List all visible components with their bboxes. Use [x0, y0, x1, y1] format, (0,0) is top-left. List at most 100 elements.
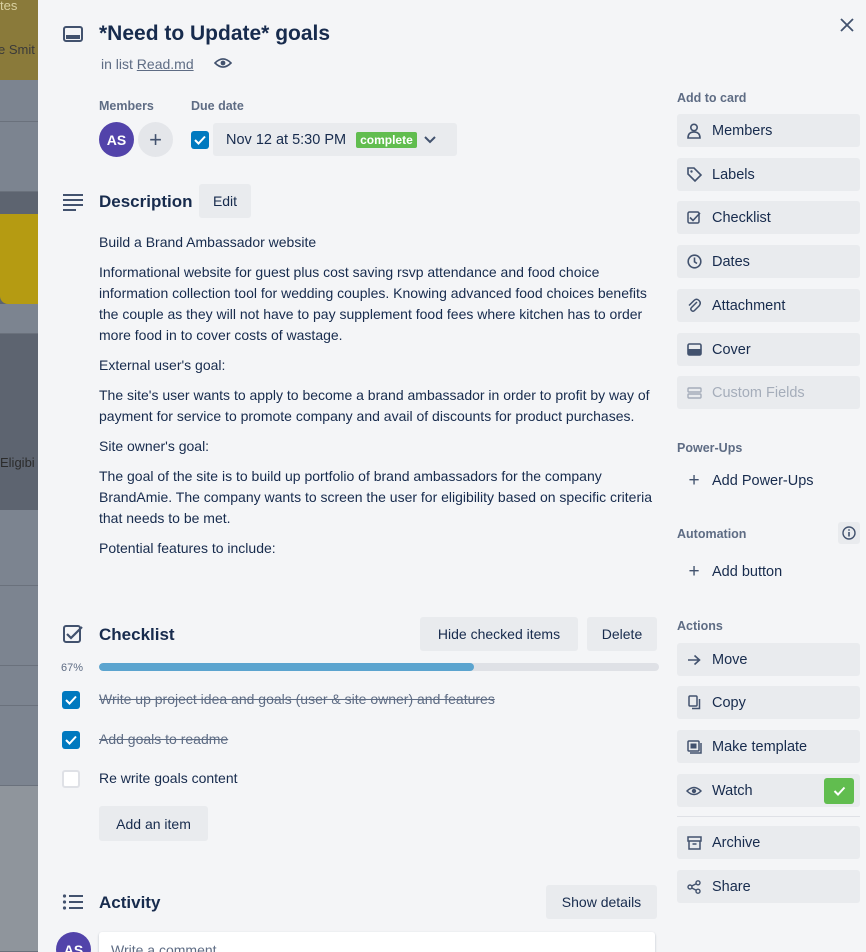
- checklist-item-checkbox[interactable]: [62, 731, 80, 749]
- template-icon: [686, 739, 702, 755]
- sidebar-button-label: Cover: [712, 341, 751, 358]
- activity-title: Activity: [99, 893, 161, 912]
- sidebar-make-template-button[interactable]: Make template: [677, 730, 860, 763]
- close-icon[interactable]: [834, 12, 860, 38]
- sidebar-button-label: Copy: [712, 694, 746, 711]
- paperclip-icon: [686, 298, 702, 314]
- add-to-card-label: Add to card: [677, 91, 747, 105]
- sidebar-members-button[interactable]: Members: [677, 114, 860, 147]
- description-paragraph: Potential features to include:: [99, 540, 276, 556]
- checklist-item-text[interactable]: Re write goals content: [99, 770, 238, 786]
- board-card-cover-image: [0, 214, 38, 304]
- sidebar-archive-button[interactable]: Archive: [677, 826, 860, 859]
- board-card: [0, 586, 38, 666]
- card-detail-modal: *Need to Update* goals in list Read.md M…: [38, 0, 866, 952]
- add-member-button[interactable]: +: [138, 122, 173, 157]
- sidebar-copy-button[interactable]: Copy: [677, 686, 860, 719]
- board-top-text: tes: [0, 0, 18, 13]
- description-paragraph: The site's user wants to apply to become…: [99, 387, 650, 424]
- due-date-button[interactable]: Nov 12 at 5:30 PM complete: [213, 123, 457, 156]
- board-card: [0, 706, 38, 786]
- board-member-snippet: e Smit: [0, 42, 35, 57]
- sidebar-cover-button[interactable]: Cover: [677, 333, 860, 366]
- board-card: [0, 80, 38, 122]
- card-list-info: in list Read.md: [101, 56, 194, 72]
- board-card: [0, 786, 38, 952]
- comment-input[interactable]: Write a comment...: [99, 932, 655, 952]
- add-automation-button[interactable]: + Add button: [677, 555, 860, 588]
- plus-icon: +: [688, 560, 700, 582]
- sidebar-button-label: Watch: [712, 782, 753, 799]
- tag-icon: [686, 167, 702, 183]
- sidebar-button-label: Dates: [712, 253, 750, 270]
- powerups-label: Power-Ups: [677, 441, 743, 455]
- checklist-percent: 67%: [61, 662, 84, 674]
- plus-icon: +: [149, 126, 162, 152]
- sidebar-attachment-button[interactable]: Attachment: [677, 289, 860, 322]
- plus-icon: +: [688, 469, 700, 491]
- description-body[interactable]: Build a Brand Ambassador website Informa…: [99, 232, 661, 568]
- copy-icon: [686, 695, 702, 711]
- avatar: AS: [56, 932, 91, 952]
- automation-label: Automation: [677, 527, 747, 541]
- add-checklist-item-button[interactable]: Add an item: [99, 806, 208, 841]
- custom-fields-icon: [686, 385, 702, 401]
- show-details-button[interactable]: Show details: [546, 885, 657, 919]
- checklist-icon: [63, 625, 83, 643]
- sidebar-dates-button[interactable]: Dates: [677, 245, 860, 278]
- sidebar-button-label: Add button: [712, 563, 783, 580]
- due-date-value: Nov 12 at 5:30 PM: [226, 131, 347, 148]
- sidebar-button-label: Add Power-Ups: [712, 472, 814, 489]
- sidebar-button-label: Checklist: [712, 209, 771, 226]
- board-card: [0, 122, 38, 192]
- edit-description-button[interactable]: Edit: [199, 184, 251, 218]
- activity-icon: [62, 894, 83, 910]
- archive-icon: [686, 835, 702, 851]
- add-powerups-button[interactable]: + Add Power-Ups: [677, 464, 860, 497]
- checklist-item-text[interactable]: Add goals to readme: [99, 731, 228, 747]
- board-card-snippet: Eligibi: [0, 455, 35, 470]
- sidebar-button-label: Custom Fields: [712, 384, 805, 401]
- checklist-progress-bar: [99, 663, 659, 671]
- list-link[interactable]: Read.md: [137, 56, 194, 72]
- card-title[interactable]: *Need to Update* goals: [99, 22, 330, 46]
- checklist-item-checkbox[interactable]: [62, 691, 80, 709]
- board-card: [0, 510, 38, 586]
- hide-checked-items-button[interactable]: Hide checked items: [420, 617, 578, 651]
- status-badge: complete: [356, 131, 417, 148]
- sidebar-button-label: Labels: [712, 166, 755, 183]
- info-icon[interactable]: [838, 522, 860, 544]
- sidebar-checklist-button[interactable]: Checklist: [677, 201, 860, 234]
- board-card: [0, 666, 38, 706]
- delete-checklist-button[interactable]: Delete: [587, 617, 657, 651]
- sidebar-button-label: Members: [712, 122, 773, 139]
- sidebar-labels-button[interactable]: Labels: [677, 158, 860, 191]
- description-paragraph: Informational website for guest plus cos…: [99, 264, 647, 343]
- sidebar-share-button[interactable]: Share: [677, 870, 860, 903]
- board-card: [0, 304, 38, 334]
- description-paragraph: Build a Brand Ambassador website: [99, 234, 317, 250]
- sidebar-button-label: Attachment: [712, 297, 786, 314]
- sidebar-move-button[interactable]: Move: [677, 643, 860, 676]
- sidebar-button-label: Archive: [712, 834, 761, 851]
- avatar[interactable]: AS: [99, 122, 134, 157]
- eye-icon: [686, 783, 702, 799]
- chevron-down-icon: [424, 135, 436, 143]
- sidebar-button-label: Make template: [712, 738, 808, 755]
- description-paragraph: The goal of the site is to build up port…: [99, 468, 653, 526]
- sidebar-custom-fields-button: Custom Fields: [677, 376, 860, 409]
- sidebar-button-label: Share: [712, 878, 751, 895]
- due-date-label: Due date: [191, 99, 244, 113]
- person-icon: [686, 122, 702, 139]
- checklist-item-text[interactable]: Write up project idea and goals (user & …: [99, 691, 495, 707]
- checklist-item-checkbox[interactable]: [62, 770, 80, 788]
- in-list-prefix: in list: [101, 56, 133, 72]
- board-background: tes e Smit Eligibi: [0, 0, 38, 952]
- arrow-right-icon: [686, 652, 702, 668]
- card-icon: [63, 26, 83, 42]
- eye-icon: [214, 58, 232, 68]
- sidebar-divider: [677, 816, 860, 817]
- due-date-complete-checkbox[interactable]: [191, 131, 209, 149]
- sidebar-watch-button[interactable]: Watch: [677, 774, 860, 807]
- watching-check-icon: [824, 778, 854, 804]
